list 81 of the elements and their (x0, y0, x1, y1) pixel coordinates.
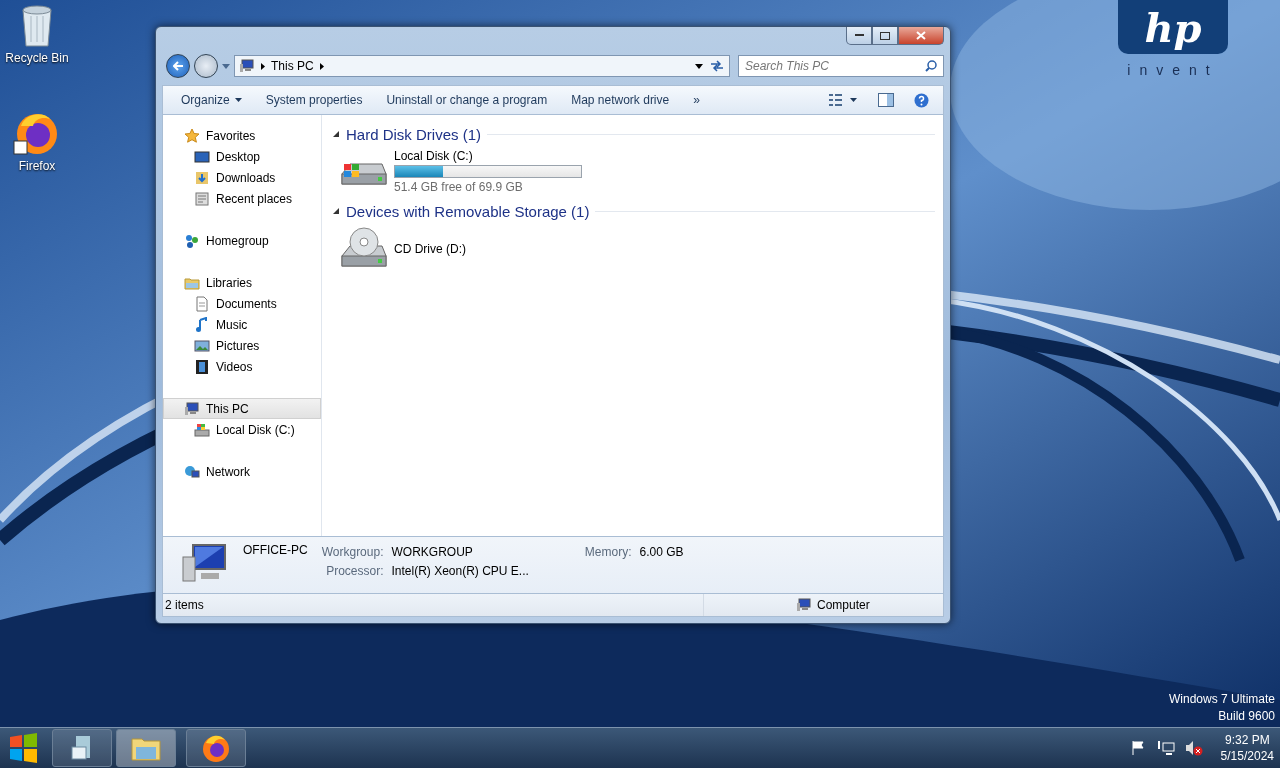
document-icon (194, 295, 210, 312)
sidebar-item[interactable]: Favorites (163, 125, 321, 146)
free-space-text: 51.4 GB free of 69.9 GB (394, 180, 524, 194)
disk-icon (194, 421, 210, 438)
toolbar-button[interactable]: System properties (253, 89, 375, 111)
homegroup-icon (184, 232, 200, 249)
minimize-button[interactable] (846, 27, 872, 45)
sidebar-item[interactable]: Pictures (163, 335, 321, 356)
detail-value: WORKGROUP (391, 545, 474, 559)
toolbar-button[interactable]: Map network drive (559, 89, 682, 111)
clock-date[interactable]: 5/15/2024 (1220, 749, 1274, 763)
search-icon (925, 60, 937, 72)
back-arrow-icon (173, 61, 183, 71)
videos-icon (194, 358, 210, 375)
collapse-arrow-icon[interactable] (332, 130, 340, 138)
toolbar-button[interactable]: Uninstall or change a program (374, 89, 560, 111)
group-header: Devices with Removable Storage (1) (346, 202, 590, 220)
sidebar-item[interactable]: Homegroup (163, 230, 321, 251)
back-button[interactable] (166, 54, 190, 78)
speaker-muted-icon[interactable] (1184, 740, 1203, 756)
caret-icon (234, 98, 242, 102)
watermark-text: Windows 7 Ultimate (1168, 692, 1275, 706)
zone-label: Computer (817, 598, 870, 612)
sidebar-item[interactable]: Recent places (163, 188, 321, 209)
maximize-icon (880, 31, 890, 40)
sidebar-item[interactable]: Documents (163, 293, 321, 314)
desktop-icon (194, 148, 210, 165)
sidebar-item[interactable]: Libraries (163, 272, 321, 293)
clock-time[interactable]: 9:32 PM (1224, 733, 1270, 747)
detail-value: Intel(R) Xeon(R) CPU E... (391, 564, 529, 578)
search-field[interactable]: Search This PC (738, 55, 944, 77)
desktop-icon-label[interactable]: Recycle Bin (5, 51, 69, 65)
breadcrumb[interactable]: This PC (271, 59, 314, 73)
sidebar-item[interactable]: Videos (163, 356, 321, 377)
taskbar-button[interactable] (52, 729, 112, 767)
desktop-icon-label[interactable]: Firefox (18, 159, 56, 173)
taskbar-button[interactable] (186, 729, 246, 767)
close-icon (916, 31, 926, 40)
network-icon (184, 463, 200, 480)
sidebar-item[interactable]: Desktop (163, 146, 321, 167)
detail-label: Processor: (325, 564, 384, 578)
sidebar-item[interactable]: Network (163, 461, 321, 482)
folder-icon (131, 735, 161, 761)
caret-icon[interactable] (695, 63, 703, 69)
sidebar-item[interactable]: Music (163, 314, 321, 335)
address-bar[interactable]: This PC (234, 55, 730, 77)
sidebar-item[interactable]: This PC (163, 398, 321, 419)
sidebar-item[interactable]: Downloads (163, 167, 321, 188)
group-header: Hard Disk Drives (1) (346, 125, 481, 143)
sidebar-item[interactable]: Local Disk (C:) (163, 419, 321, 440)
drive-name[interactable]: Local Disk (C:) (394, 149, 582, 163)
star-icon (184, 127, 200, 144)
collapse-arrow-icon[interactable] (332, 207, 340, 215)
watermark-text: Build 9600 (1218, 709, 1275, 723)
network-icon[interactable] (1156, 740, 1175, 756)
refresh-icon[interactable] (709, 59, 725, 73)
item-count: 2 items (165, 598, 205, 612)
recent-icon (194, 190, 210, 207)
more-button[interactable]: » (681, 89, 712, 111)
computer-name: OFFICE-PC (243, 543, 308, 557)
detail-label: Memory: (584, 545, 632, 559)
preview-pane-icon[interactable] (878, 93, 894, 107)
pictures-icon (194, 337, 210, 354)
drive-name[interactable]: CD Drive (D:) (394, 242, 466, 256)
view-options-icon[interactable] (828, 92, 858, 108)
logo: hp (1118, 0, 1228, 54)
firefox-icon (201, 733, 231, 763)
minimize-icon (854, 34, 864, 37)
detail-label: Workgroup: (321, 545, 384, 559)
toolbar-button[interactable]: Organize (169, 89, 254, 111)
music-icon (194, 316, 210, 333)
detail-value: 6.00 GB (639, 545, 684, 559)
logo-tagline: invent (1127, 62, 1219, 78)
forward-button[interactable] (194, 54, 218, 78)
downloads-icon (194, 169, 210, 186)
chevron-icon[interactable] (261, 62, 265, 70)
maximize-button[interactable] (872, 27, 898, 45)
chevron-icon[interactable] (319, 62, 324, 70)
close-button[interactable] (898, 27, 944, 45)
flag-icon[interactable] (1130, 740, 1147, 756)
help-icon[interactable] (914, 92, 929, 108)
